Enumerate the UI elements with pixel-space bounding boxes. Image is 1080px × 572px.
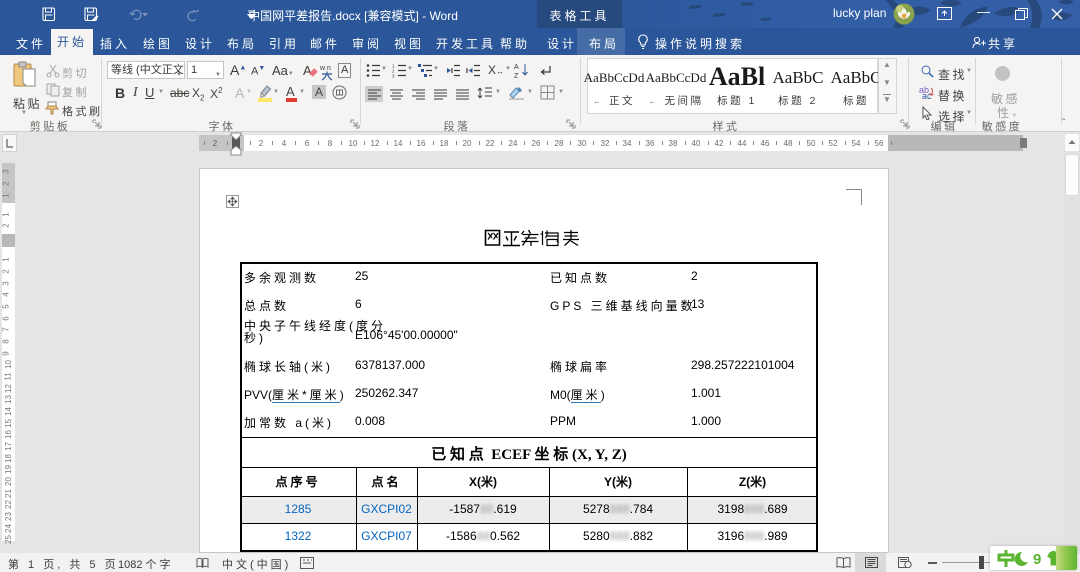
svg-text:9: 9: [1033, 551, 1041, 567]
svg-text:3: 3: [392, 74, 395, 79]
svg-text:A: A: [514, 64, 519, 71]
svg-text:w: w: [319, 65, 326, 72]
svg-text:Z: Z: [514, 73, 519, 79]
svg-text:n: n: [327, 65, 331, 72]
